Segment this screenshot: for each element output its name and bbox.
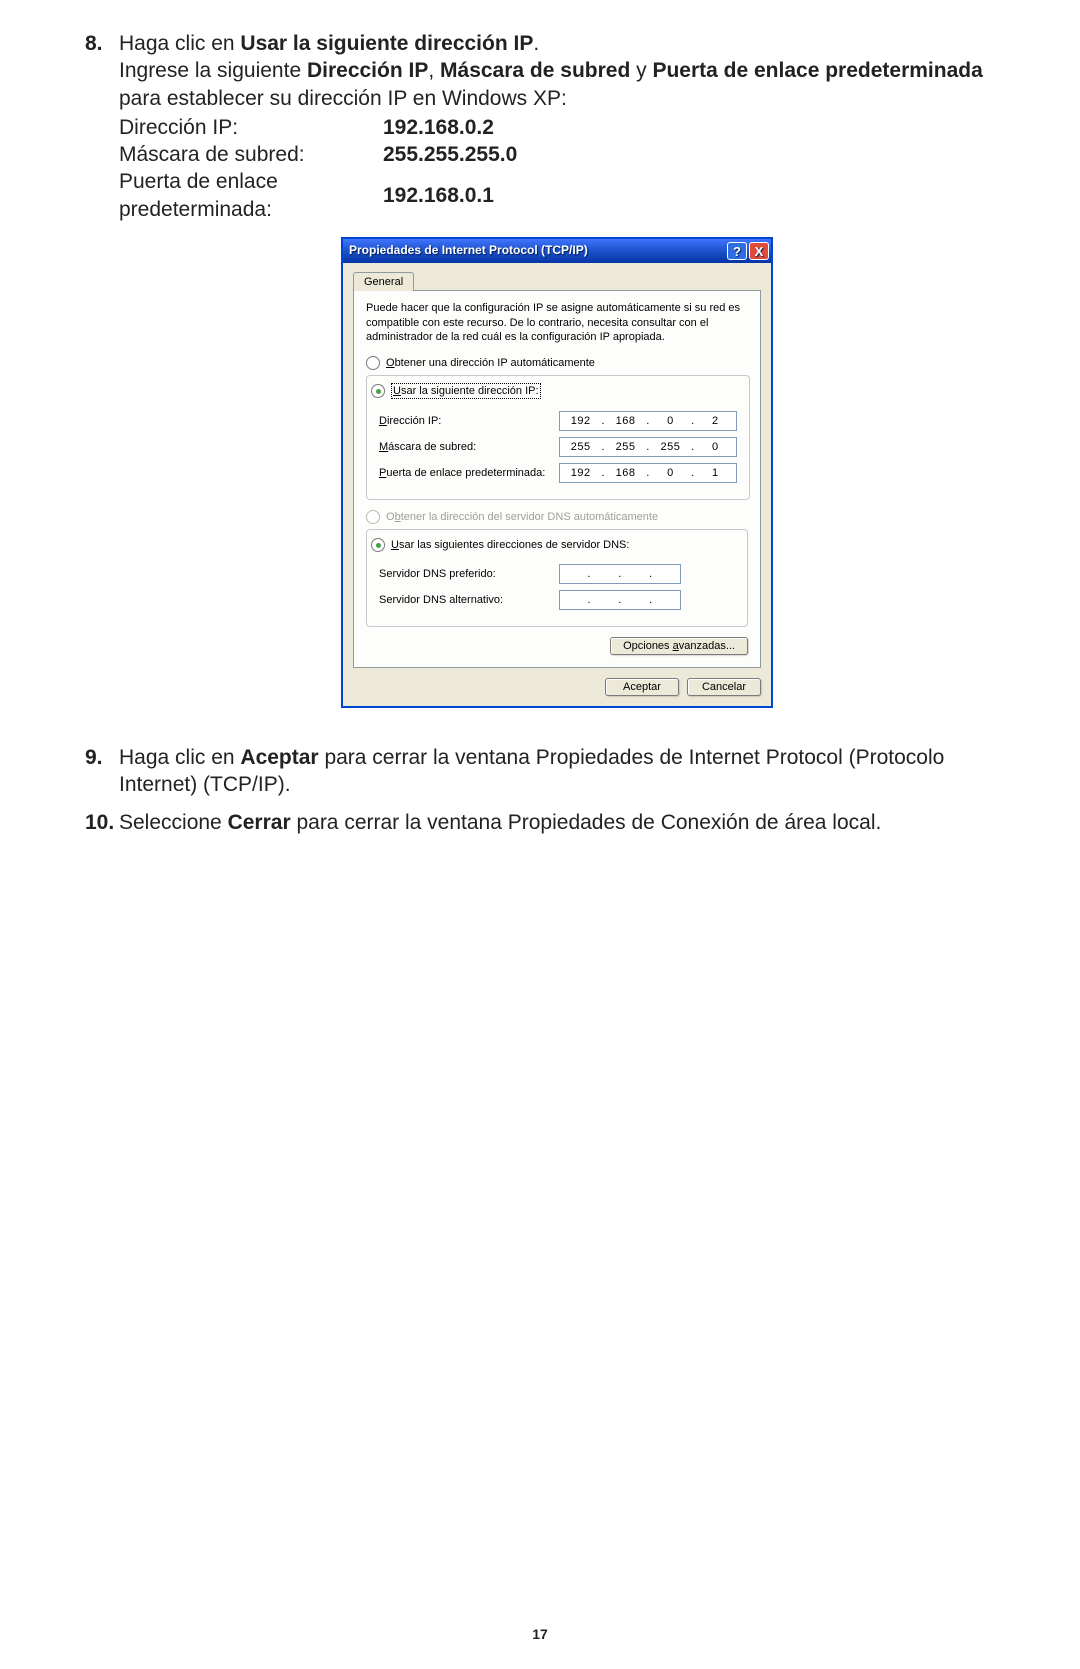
text-bold: Usar la siguiente dirección IP bbox=[240, 32, 533, 55]
ip-value: 192.168.0.2 bbox=[383, 114, 517, 141]
text: irección IP: bbox=[387, 415, 441, 427]
field-label: Máscara de subred: bbox=[379, 440, 559, 454]
octet: 255 bbox=[605, 440, 646, 454]
step9-text: Haga clic en Aceptar para cerrar la vent… bbox=[119, 744, 995, 799]
octet: 1 bbox=[695, 466, 736, 480]
ok-button[interactable]: Aceptar bbox=[605, 678, 679, 696]
mnemonic: D bbox=[379, 415, 387, 427]
text: Seleccione bbox=[119, 811, 228, 834]
table-row: Puerta de enlace predeterminada:192.168.… bbox=[119, 168, 517, 223]
ip-value: 255.255.255.0 bbox=[383, 141, 517, 168]
ip-settings-table: Dirección IP:192.168.0.2 Máscara de subr… bbox=[119, 114, 517, 223]
text: btener una dirección IP automáticamente bbox=[395, 357, 595, 369]
octet: 255 bbox=[560, 440, 601, 454]
octet: 255 bbox=[650, 440, 691, 454]
octet: 0 bbox=[650, 466, 691, 480]
text: uerta de enlace predeterminada: bbox=[386, 467, 545, 479]
octet: 192 bbox=[560, 414, 601, 428]
text: sar la siguiente dirección IP: bbox=[401, 385, 539, 397]
text: . bbox=[533, 32, 539, 55]
text: Ingrese la siguiente bbox=[119, 59, 307, 82]
radio-obtain-dns-auto: Obtener la dirección del servidor DNS au… bbox=[366, 510, 748, 524]
octet: 0 bbox=[650, 414, 691, 428]
dialog-description: Puede hacer que la configuración IP se a… bbox=[366, 301, 748, 344]
text: Haga clic en bbox=[119, 746, 240, 769]
subnet-mask-input[interactable]: 255.255.255.0 bbox=[559, 437, 737, 457]
text: áscara de subred: bbox=[388, 441, 476, 453]
text: para establecer su dirección IP en Windo… bbox=[119, 87, 567, 110]
page-number: 17 bbox=[0, 1625, 1080, 1643]
ip-value: 192.168.0.1 bbox=[383, 168, 517, 223]
dns-alt-input[interactable]: ... bbox=[559, 590, 681, 610]
dns-alt-row: Servidor DNS alternativo: ... bbox=[379, 590, 735, 610]
tcpip-properties-dialog: Propiedades de Internet Protocol (TCP/IP… bbox=[341, 237, 773, 708]
octet: 168 bbox=[605, 466, 646, 480]
text: O bbox=[386, 511, 395, 523]
step-number-9: 9. bbox=[85, 744, 119, 799]
advanced-options-button[interactable]: Opciones avanzadas... bbox=[610, 637, 748, 655]
octet: 168 bbox=[605, 414, 646, 428]
step8-title: Haga clic en Usar la siguiente dirección… bbox=[119, 30, 995, 57]
use-dns-group: Usar las siguientes direcciones de servi… bbox=[366, 529, 748, 628]
text: vanzadas... bbox=[679, 640, 735, 652]
ip-label: Dirección IP: bbox=[119, 114, 383, 141]
radio-obtain-ip-auto[interactable]: Obtener una dirección IP automáticamente bbox=[366, 356, 748, 370]
radio-label: Obtener la dirección del servidor DNS au… bbox=[386, 510, 658, 524]
radio-label: Obtener una dirección IP automáticamente bbox=[386, 356, 595, 370]
text: tener la dirección del servidor DNS auto… bbox=[401, 511, 658, 523]
text: para cerrar la ventana Propiedades de Co… bbox=[291, 811, 882, 834]
radio-label: Usar la siguiente dirección IP: bbox=[391, 383, 541, 399]
step-number-8: 8. bbox=[85, 30, 119, 734]
ip-label: Puerta de enlace predeterminada: bbox=[119, 168, 383, 223]
text: Haga clic en bbox=[119, 32, 240, 55]
radio-icon bbox=[371, 384, 385, 398]
ip-label: Máscara de subred: bbox=[119, 141, 383, 168]
mnemonic: O bbox=[386, 357, 395, 369]
table-row: Máscara de subred:255.255.255.0 bbox=[119, 141, 517, 168]
text: y bbox=[630, 59, 652, 82]
text-bold: Cerrar bbox=[228, 811, 291, 834]
step10-text: Seleccione Cerrar para cerrar la ventana… bbox=[119, 809, 995, 836]
mnemonic: U bbox=[391, 539, 399, 551]
default-gateway-input[interactable]: 192.168.0.1 bbox=[559, 463, 737, 483]
dialog-title: Propiedades de Internet Protocol (TCP/IP… bbox=[349, 243, 588, 259]
text-bold: Máscara de subred bbox=[440, 59, 630, 82]
radio-use-following-ip[interactable]: Usar la siguiente dirección IP: bbox=[371, 383, 545, 399]
tab-general[interactable]: General bbox=[353, 272, 414, 291]
mnemonic: M bbox=[379, 441, 388, 453]
text: sar las siguientes direcciones de servid… bbox=[399, 539, 630, 551]
subnet-mask-row: Máscara de subred: 255.255.255.0 bbox=[379, 437, 737, 457]
field-label: Servidor DNS alternativo: bbox=[379, 593, 559, 607]
step-number-10: 10. bbox=[85, 809, 119, 836]
mnemonic: U bbox=[393, 385, 401, 397]
radio-icon bbox=[366, 356, 380, 370]
radio-label: Usar las siguientes direcciones de servi… bbox=[391, 538, 629, 552]
field-label: Servidor DNS preferido: bbox=[379, 567, 559, 581]
radio-use-following-dns[interactable]: Usar las siguientes direcciones de servi… bbox=[371, 538, 633, 552]
default-gateway-row: Puerta de enlace predeterminada: 192.168… bbox=[379, 463, 737, 483]
radio-icon bbox=[371, 538, 385, 552]
step8-paragraph: Ingrese la siguiente Dirección IP, Másca… bbox=[119, 57, 995, 112]
use-ip-group: Usar la siguiente dirección IP: Direcció… bbox=[366, 375, 750, 501]
octet: 192 bbox=[560, 466, 601, 480]
dns-preferred-input[interactable]: ... bbox=[559, 564, 681, 584]
help-button[interactable]: ? bbox=[727, 242, 747, 260]
table-row: Dirección IP:192.168.0.2 bbox=[119, 114, 517, 141]
text-bold: Puerta de enlace predeterminada bbox=[652, 59, 982, 82]
octet: 2 bbox=[695, 414, 736, 428]
field-label: Puerta de enlace predeterminada: bbox=[379, 466, 559, 480]
close-button[interactable]: X bbox=[749, 242, 769, 260]
cancel-button[interactable]: Cancelar bbox=[687, 678, 761, 696]
field-label: Dirección IP: bbox=[379, 414, 559, 428]
octet: 0 bbox=[695, 440, 736, 454]
text: Opciones bbox=[623, 640, 673, 652]
text-bold: Aceptar bbox=[240, 746, 318, 769]
dialog-titlebar[interactable]: Propiedades de Internet Protocol (TCP/IP… bbox=[343, 239, 771, 263]
text-bold: Dirección IP bbox=[307, 59, 428, 82]
ip-address-input[interactable]: 192.168.0.2 bbox=[559, 411, 737, 431]
radio-icon bbox=[366, 510, 380, 524]
ip-address-row: Dirección IP: 192.168.0.2 bbox=[379, 411, 737, 431]
text: , bbox=[428, 59, 440, 82]
dns-preferred-row: Servidor DNS preferido: ... bbox=[379, 564, 735, 584]
